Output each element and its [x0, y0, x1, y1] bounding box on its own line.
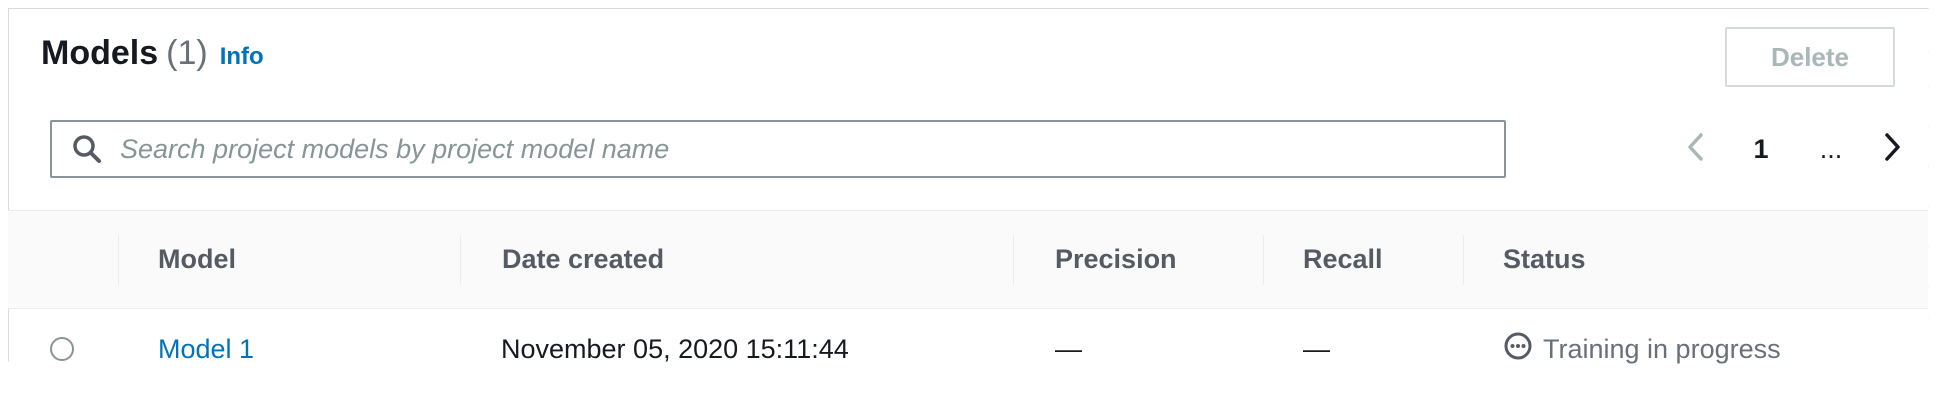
column-separator [1463, 235, 1464, 285]
pagination-ellipsis: ... [1819, 133, 1843, 164]
delete-button[interactable]: Delete [1725, 27, 1895, 87]
in-progress-icon [1503, 331, 1533, 368]
models-count: (1) [166, 34, 208, 72]
panel-header: Models (1) Info [41, 34, 264, 73]
column-separator [460, 235, 461, 285]
current-page-number[interactable]: 1 [1734, 134, 1788, 165]
column-header-date-created[interactable]: Date created [502, 211, 664, 308]
status-indicator: Training in progress [1503, 331, 1781, 368]
model-name-cell: Model 1 [158, 309, 254, 389]
table-row: Model 1 November 05, 2020 15:11:44 — — T… [8, 309, 1928, 389]
date-created-cell: November 05, 2020 15:11:44 [501, 333, 849, 364]
status-text: Training in progress [1543, 333, 1781, 364]
precision-cell: — [1055, 333, 1082, 364]
table-header-row: Model Date created Precision Recall Stat… [8, 211, 1928, 309]
page-title: Models [41, 34, 159, 72]
model-name-link[interactable]: Model 1 [158, 334, 254, 365]
column-header-recall[interactable]: Recall [1303, 211, 1383, 308]
chevron-right-icon [1881, 132, 1903, 167]
column-separator [118, 235, 119, 285]
pagination: 1 ... [1676, 126, 1912, 172]
screenshot-frame: Models (1) Info Delete 1 ... [0, 0, 1958, 418]
column-separator [1263, 235, 1264, 285]
search-field[interactable] [50, 120, 1506, 178]
recall-cell: — [1303, 333, 1330, 364]
chevron-left-icon [1685, 132, 1707, 167]
column-header-status[interactable]: Status [1503, 211, 1586, 308]
column-separator [1013, 235, 1014, 285]
search-icon [70, 132, 104, 166]
row-select-radio[interactable] [50, 337, 74, 361]
column-header-model[interactable]: Model [158, 211, 236, 308]
column-header-precision[interactable]: Precision [1055, 211, 1177, 308]
status-cell: Training in progress [1503, 309, 1781, 389]
next-page-button[interactable] [1872, 126, 1912, 172]
row-select-cell [50, 309, 74, 389]
info-link[interactable]: Info [220, 43, 264, 71]
search-input[interactable] [118, 132, 1504, 166]
previous-page-button[interactable] [1676, 126, 1716, 172]
